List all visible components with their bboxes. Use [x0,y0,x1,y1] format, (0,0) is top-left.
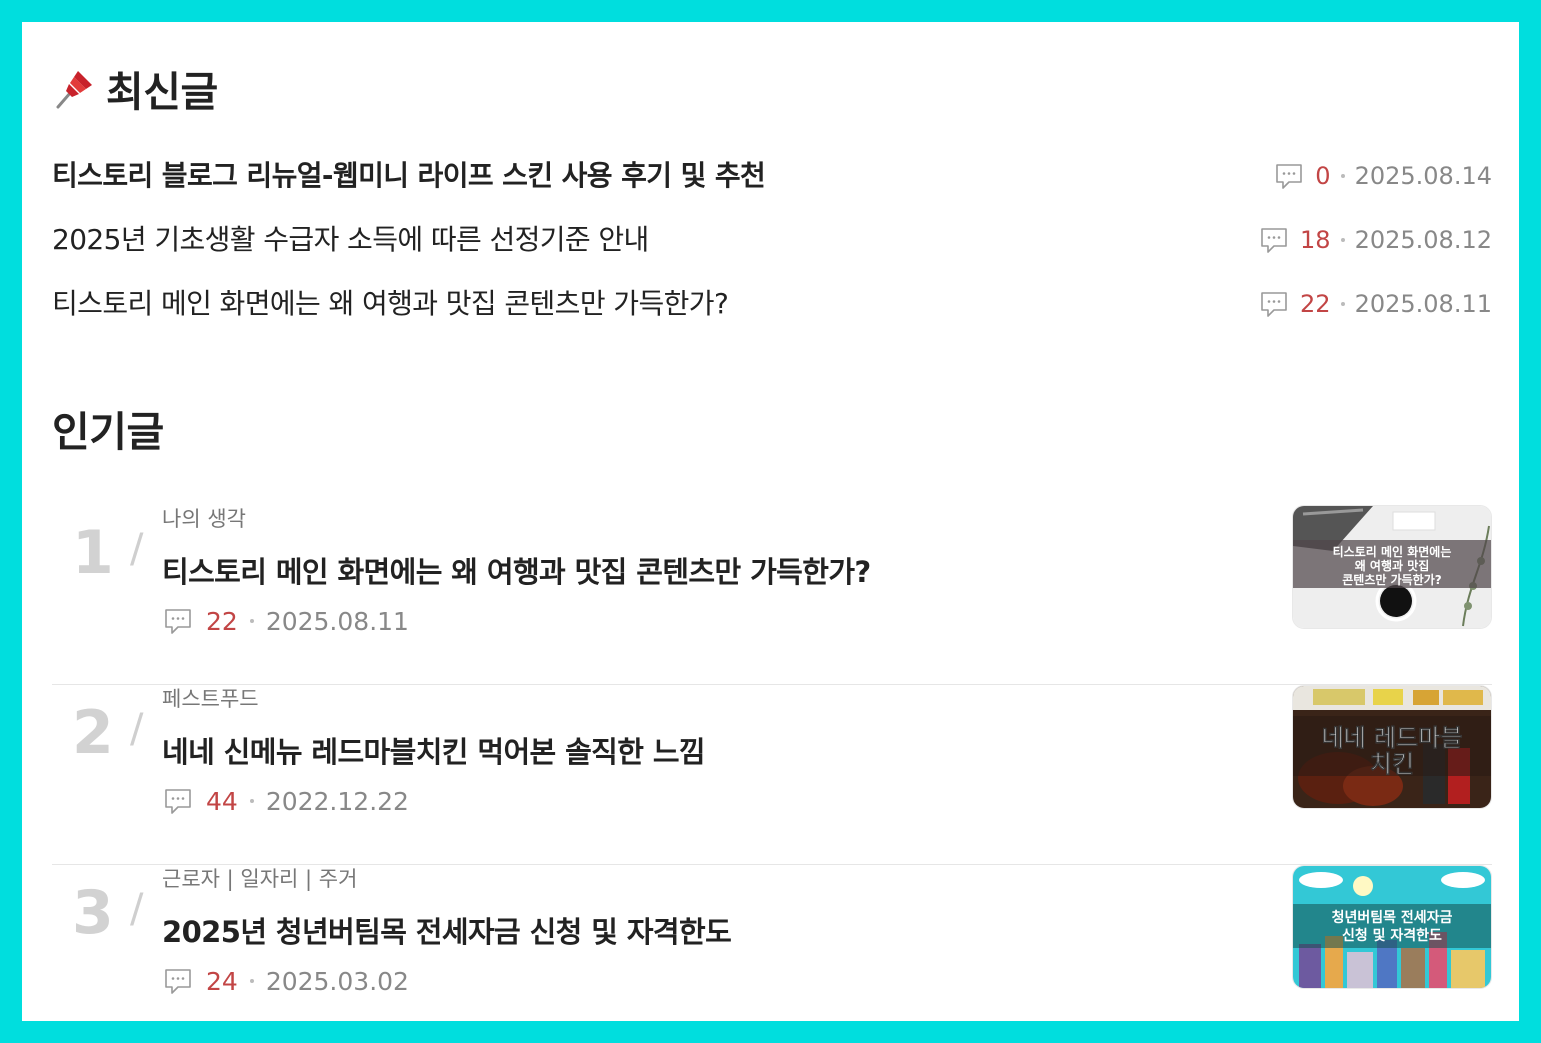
comment-count: 18 [1300,226,1331,254]
post-category[interactable]: 근로자 | 일자리 | 주거 [162,865,357,893]
thumbnail-text: 신청 및 자격한도 [1342,927,1442,944]
post-date: 2025.08.14 [1354,162,1492,190]
meta-separator-dot [1340,174,1345,178]
comment-bubble-icon [165,969,191,994]
post-thumbnail[interactable]: 티스토리 메인 화면에는 왜 여행과 맛집 콘텐츠만 가득한가? [1292,505,1492,629]
post-date: 2025.08.11 [1354,290,1492,318]
recent-post-item[interactable]: 티스토리 메인 화면에는 왜 여행과 맛집 콘텐츠만 가득한가? 22 2025… [52,284,1492,324]
post-category[interactable]: 나의 생각 [162,505,246,533]
popular-post-title[interactable]: 티스토리 메인 화면에는 왜 여행과 맛집 콘텐츠만 가득한가? [162,549,871,591]
meta-separator-dot [1340,302,1345,306]
post-meta: 44 2022.12.22 [162,785,409,817]
post-meta: 22 2025.08.11 [1258,284,1492,324]
popular-post-title[interactable]: 2025년 청년버팀목 전세자금 신청 및 자격한도 [162,909,732,951]
recent-post-title[interactable]: 티스토리 메인 화면에는 왜 여행과 맛집 콘텐츠만 가득한가? [52,284,729,324]
post-date: 2022.12.22 [265,786,409,816]
post-meta: 24 2025.03.02 [162,965,409,997]
recent-post-item[interactable]: 티스토리 블로그 리뉴얼-웹미니 라이프 스킨 사용 후기 및 추천 0 202… [52,156,1492,196]
thumbnail-image: 청년버팀목 전세자금 신청 및 자격한도 [1293,866,1491,988]
pushpin-icon [56,71,92,109]
recent-post-title[interactable]: 2025년 기초생활 수급자 소득에 따른 선정기준 안내 [52,220,649,260]
thumbnail-image: 티스토리 메인 화면에는 왜 여행과 맛집 콘텐츠만 가득한가? [1293,506,1491,628]
post-meta: 22 2025.08.11 [162,605,409,637]
thumbnail-text: 티스토리 메인 화면에는 [1333,544,1452,559]
rank-divider: / [130,706,144,752]
post-date: 2025.08.11 [265,606,409,636]
post-meta: 0 2025.08.14 [1273,156,1492,196]
post-date: 2025.03.02 [265,966,409,996]
meta-separator-dot [1340,238,1345,242]
post-category[interactable]: 페스트푸드 [162,685,259,713]
comment-bubble-icon [1261,292,1287,317]
rank-divider: / [130,886,144,932]
thumbnail-image: 네네 레드마블 치킨 [1293,686,1491,808]
post-meta: 18 2025.08.12 [1258,220,1492,260]
comment-bubble-icon [1276,164,1303,189]
comment-bubble-icon [1261,228,1287,253]
thumbnail-text: 왜 여행과 맛집 [1355,558,1430,573]
comment-count: 24 [206,966,238,996]
meta-separator-dot [249,979,254,983]
recent-post-title[interactable]: 티스토리 블로그 리뉴얼-웹미니 라이프 스킨 사용 후기 및 추천 [52,156,766,196]
rank-divider: / [130,526,144,572]
recent-section-title: 최신글 [52,67,218,113]
comment-count: 22 [1300,290,1331,318]
thumbnail-text: 청년버팀목 전세자금 [1332,909,1453,926]
popular-post-title[interactable]: 네네 신메뉴 레드마블치킨 먹어본 솔직한 느낌 [162,729,706,771]
rank-number: 1 [72,518,114,588]
post-thumbnail[interactable]: 네네 레드마블 치킨 [1292,685,1492,809]
post-thumbnail[interactable]: 청년버팀목 전세자금 신청 및 자격한도 [1292,865,1492,989]
content-card: 최신글 티스토리 블로그 리뉴얼-웹미니 라이프 스킨 사용 후기 및 추천 0… [22,22,1519,1021]
thumbnail-text: 치킨 [1370,750,1414,778]
popular-post-item[interactable]: 1 / 나의 생각 티스토리 메인 화면에는 왜 여행과 맛집 콘텐츠만 가득한… [52,505,1492,685]
post-date: 2025.08.12 [1354,226,1492,254]
popular-section-title: 인기글 [52,408,164,456]
popular-post-item[interactable]: 2 / 페스트푸드 네네 신메뉴 레드마블치킨 먹어본 솔직한 느낌 44 20… [52,685,1492,865]
rank-number: 3 [72,878,114,948]
thumbnail-text: 콘텐츠만 가득한가? [1342,572,1441,587]
comment-count: 22 [206,606,238,636]
popular-post-item[interactable]: 3 / 근로자 | 일자리 | 주거 2025년 청년버팀목 전세자금 신청 및… [52,865,1492,1021]
meta-separator-dot [249,799,254,803]
recent-post-item[interactable]: 2025년 기초생활 수급자 소득에 따른 선정기준 안내 18 2025.08… [52,220,1492,260]
comment-bubble-icon [165,609,191,634]
comment-bubble-icon [165,789,191,814]
comment-count: 44 [206,786,238,816]
rank-number: 2 [72,698,114,768]
thumbnail-text: 네네 레드마블 [1322,724,1463,752]
meta-separator-dot [249,619,254,623]
comment-count: 0 [1315,162,1331,190]
